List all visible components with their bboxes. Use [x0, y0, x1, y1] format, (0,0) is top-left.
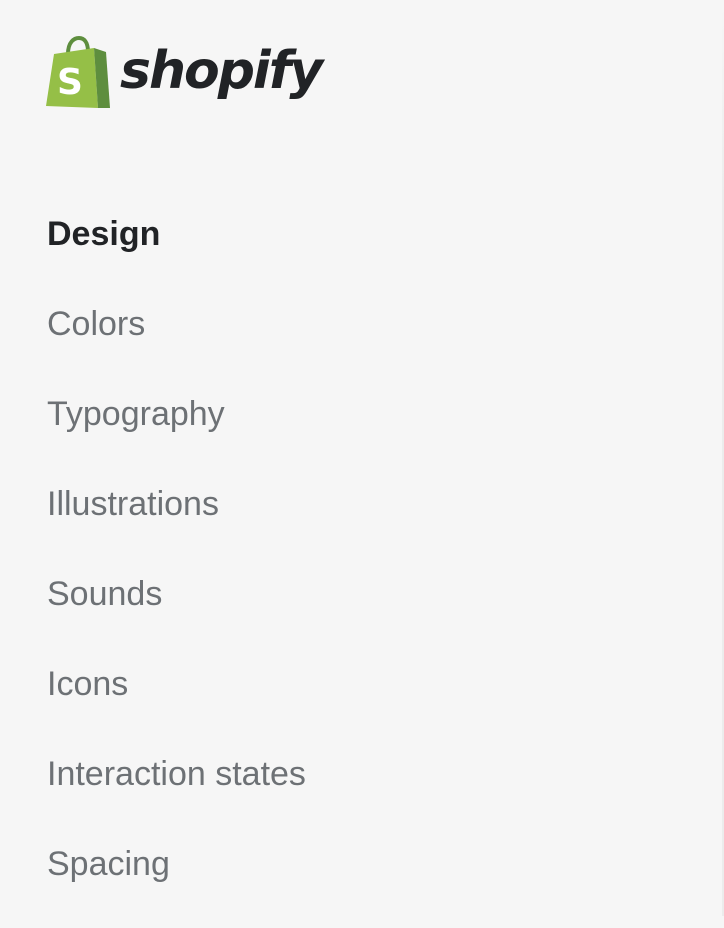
- shopify-logo-link[interactable]: S shopify: [46, 36, 323, 110]
- nav-item-colors[interactable]: Colors: [47, 298, 306, 350]
- nav-item-icons[interactable]: Icons: [47, 658, 306, 710]
- nav-item-sounds[interactable]: Sounds: [47, 568, 306, 620]
- svg-text:S: S: [57, 62, 83, 103]
- design-nav-list: Design Colors Typography Illustrations S…: [47, 208, 306, 928]
- nav-item-interaction-states[interactable]: Interaction states: [47, 748, 306, 800]
- nav-item-spacing[interactable]: Spacing: [47, 838, 306, 890]
- shopify-wordmark: shopify: [120, 41, 323, 101]
- nav-heading-design: Design: [47, 215, 161, 253]
- sidebar: S shopify Design Colors Typography Illus…: [0, 0, 724, 916]
- nav-item-illustrations[interactable]: Illustrations: [47, 478, 306, 530]
- nav-item-typography[interactable]: Typography: [47, 388, 306, 440]
- shopify-bag-icon: S: [46, 36, 110, 108]
